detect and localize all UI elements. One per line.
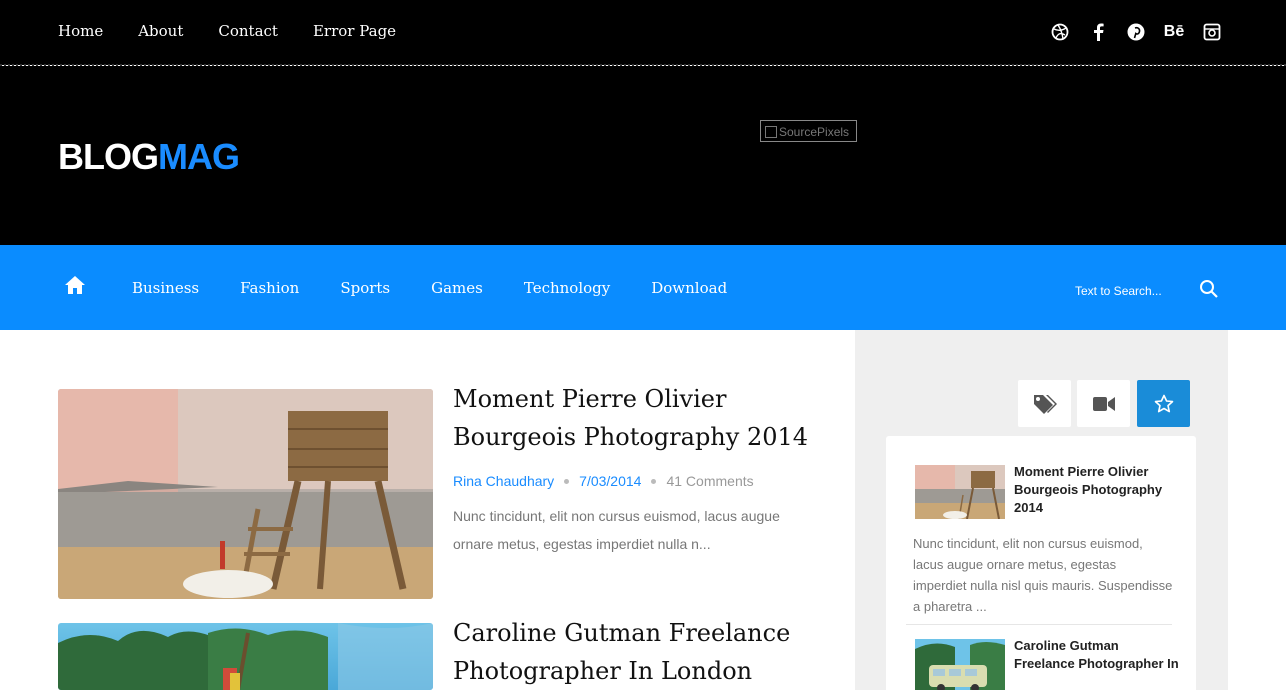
search-icon[interactable] bbox=[1199, 279, 1219, 299]
nav-download[interactable]: Download bbox=[651, 279, 727, 297]
post-comments[interactable]: 41 Comments bbox=[666, 473, 753, 489]
top-nav: Home About Contact Error Page bbox=[58, 22, 431, 40]
main-nav: Business Fashion Sports Games Technology… bbox=[0, 245, 1286, 330]
nav-sports[interactable]: Sports bbox=[340, 279, 390, 297]
category-nav: Business Fashion Sports Games Technology… bbox=[132, 279, 768, 297]
ad-banner[interactable]: SourcePixels bbox=[760, 120, 857, 142]
dribbble-icon[interactable] bbox=[1050, 22, 1070, 42]
video-icon bbox=[1092, 396, 1115, 411]
sidebar: Moment Pierre Olivier Bourgeois Photogra… bbox=[855, 330, 1228, 690]
featured-posts-widget: Moment Pierre Olivier Bourgeois Photogra… bbox=[886, 436, 1196, 690]
widget-post-title[interactable]: Caroline Gutman Freelance Photographer I… bbox=[1014, 637, 1179, 673]
post-date[interactable]: 7/03/2014 bbox=[579, 473, 641, 489]
behance-icon[interactable]: Bē bbox=[1164, 22, 1184, 42]
widget-divider bbox=[906, 624, 1172, 625]
post-author[interactable]: Rina Chaudhary bbox=[453, 473, 554, 489]
search-input[interactable]: Text to Search... bbox=[1075, 284, 1162, 298]
meta-separator bbox=[564, 478, 570, 484]
broken-image-icon bbox=[765, 126, 777, 138]
pinterest-icon[interactable] bbox=[1126, 22, 1146, 42]
site-header: BLOGMAG SourcePixels bbox=[0, 66, 1286, 245]
widget-post-thumbnail[interactable] bbox=[915, 639, 1005, 690]
post-thumbnail[interactable] bbox=[58, 623, 433, 690]
post-card bbox=[58, 623, 433, 690]
tab-videos[interactable] bbox=[1077, 380, 1130, 427]
home-icon[interactable] bbox=[64, 275, 86, 295]
ad-alt-text: SourcePixels bbox=[779, 125, 850, 139]
site-logo[interactable]: BLOGMAG bbox=[58, 136, 240, 178]
top-nav-contact[interactable]: Contact bbox=[218, 22, 278, 40]
star-icon bbox=[1154, 394, 1173, 412]
top-nav-home[interactable]: Home bbox=[58, 22, 103, 40]
post-title[interactable]: Caroline Gutman Freelance Photographer I… bbox=[453, 614, 833, 690]
top-nav-error-page[interactable]: Error Page bbox=[313, 22, 396, 40]
logo-part-1: BLOG bbox=[58, 136, 159, 177]
social-links: Bē bbox=[1050, 22, 1222, 42]
top-bar: Home About Contact Error Page Bē bbox=[0, 0, 1286, 65]
widget-post-thumbnail[interactable] bbox=[915, 465, 1005, 520]
widget-post-excerpt: Nunc tincidunt, elit non cursus euismod,… bbox=[913, 536, 1173, 614]
post-title[interactable]: Moment Pierre Olivier Bourgeois Photogra… bbox=[453, 380, 833, 456]
widget-post-title[interactable]: Moment Pierre Olivier Bourgeois Photogra… bbox=[1014, 463, 1179, 517]
nav-technology[interactable]: Technology bbox=[524, 279, 610, 297]
tab-featured[interactable] bbox=[1137, 380, 1190, 427]
nav-business[interactable]: Business bbox=[132, 279, 199, 297]
post-card bbox=[58, 389, 433, 599]
post-excerpt: Nunc tincidunt, elit non cursus euismod,… bbox=[453, 508, 780, 552]
tab-tags[interactable] bbox=[1018, 380, 1071, 427]
facebook-icon[interactable] bbox=[1088, 22, 1108, 42]
post-meta: Rina Chaudhary 7/03/2014 41 Comments bbox=[453, 473, 754, 489]
tag-icon bbox=[1033, 394, 1057, 414]
meta-separator bbox=[651, 478, 657, 484]
top-nav-about[interactable]: About bbox=[138, 22, 183, 40]
logo-part-2: MAG bbox=[158, 136, 240, 177]
nav-fashion[interactable]: Fashion bbox=[240, 279, 299, 297]
post-thumbnail[interactable] bbox=[58, 389, 433, 599]
nav-games[interactable]: Games bbox=[431, 279, 483, 297]
instagram-icon[interactable] bbox=[1202, 22, 1222, 42]
